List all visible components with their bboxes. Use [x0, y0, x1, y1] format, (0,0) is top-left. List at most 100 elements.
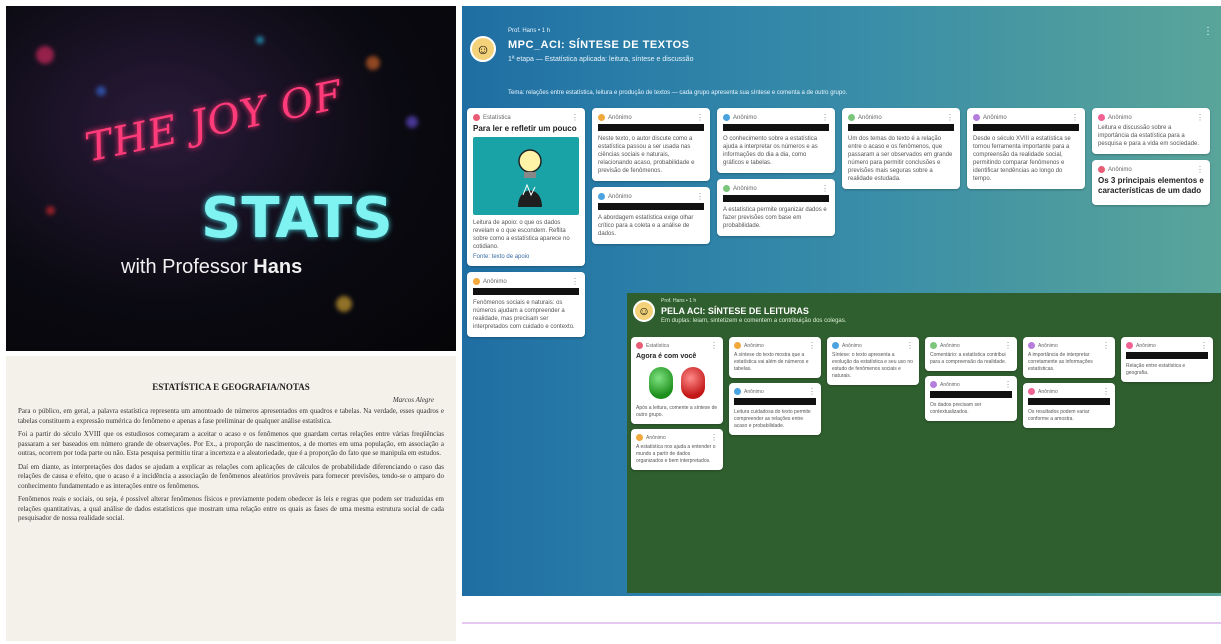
post-menu-icon[interactable]: ⋮ — [1004, 341, 1012, 349]
board-column: Anônimo ⋮ Síntese: o texto apresenta a evo… — [827, 337, 919, 390]
post-link[interactable]: Fonte: texto de apoio — [473, 254, 579, 260]
post-body: A importância de interpretar corretament… — [1028, 352, 1093, 372]
post-card[interactable]: Anônimo ⋮ Comentário: a estatística contri… — [925, 337, 1017, 371]
post-menu-icon[interactable]: ⋮ — [1004, 380, 1012, 388]
redacted-title — [973, 124, 1079, 131]
post-body: Relação entre estatística e geografia. — [1126, 363, 1186, 376]
post-menu-icon[interactable]: ⋮ — [696, 192, 704, 200]
post-menu-icon[interactable]: ⋮ — [710, 433, 718, 441]
traffic-lights-image[interactable] — [636, 367, 718, 399]
post-author: Anônimo — [842, 342, 862, 349]
post-card[interactable]: Anônimo ⋮ A abordagem estatística exige ol… — [592, 187, 710, 244]
post-menu-icon[interactable]: ⋮ — [808, 387, 816, 395]
post-body: Os resultados podem variar conforme a am… — [1028, 409, 1090, 422]
post-card[interactable]: Estatística ⋮ Agora é com você Após a leitu… — [631, 337, 723, 424]
author-avatar-icon — [636, 342, 643, 349]
bokeh-light — [96, 86, 106, 96]
board-header: ☺ Prof. Hans • 1 h MPC_ACI: SÍNTESE DE T… — [462, 6, 1221, 106]
post-body: Neste texto, o autor discute como a esta… — [598, 136, 695, 174]
author-avatar-icon — [636, 434, 643, 441]
post-menu-icon[interactable]: ⋮ — [571, 113, 579, 121]
post-author: Anônimo — [858, 114, 882, 121]
post-menu-icon[interactable]: ⋮ — [1102, 387, 1110, 395]
video-thumbnail[interactable]: THE JOY OF STATS with Professor Hans — [6, 6, 456, 351]
post-menu-icon[interactable]: ⋮ — [821, 184, 829, 192]
document-paragraph: Daí em diante, as interpretações dos dad… — [18, 462, 444, 490]
post-menu-icon[interactable]: ⋮ — [906, 341, 914, 349]
post-card[interactable]: Anônimo ⋮ Os dados precisam ser contextual… — [925, 376, 1017, 421]
redacted-title — [598, 124, 704, 131]
redacted-title — [598, 203, 704, 210]
board2-owner: Prof. Hans • 1 h — [661, 298, 697, 304]
post-menu-icon[interactable]: ⋮ — [1071, 113, 1079, 121]
post-card[interactable]: Anônimo ⋮ Desde o século XVIII a estatísti… — [967, 108, 1085, 189]
post-menu-icon[interactable]: ⋮ — [1196, 113, 1204, 121]
redacted-title — [473, 288, 579, 295]
author-avatar-icon — [598, 114, 605, 121]
post-author: Anônimo — [940, 342, 960, 349]
post-author: Estatística — [646, 342, 670, 349]
post-card[interactable]: Anônimo ⋮ Síntese: o texto apresenta a evo… — [827, 337, 919, 385]
post-author: Anônimo — [744, 342, 764, 349]
post-header: Estatística ⋮ — [473, 113, 579, 121]
board-column: Estatística ⋮ Agora é com você Após a leitu… — [631, 337, 723, 475]
post-menu-icon[interactable]: ⋮ — [1102, 341, 1110, 349]
post-menu-icon[interactable]: ⋮ — [946, 113, 954, 121]
board-menu-icon[interactable]: ⋮ — [1201, 26, 1215, 40]
post-image[interactable] — [473, 137, 579, 215]
board2-title: PELA ACI: SÍNTESE DE LEITURAS — [661, 306, 809, 316]
board-column: Anônimo ⋮ Leitura e discussão sobre a impo… — [1092, 108, 1210, 211]
owner-avatar[interactable]: ☺ — [470, 36, 496, 62]
post-header: Anônimo ⋮ — [473, 277, 579, 285]
document-title: ESTATÍSTICA E GEOGRAFIA/NOTAS — [152, 382, 310, 392]
board-column: Anônimo ⋮ Neste texto, o autor discute com… — [592, 108, 710, 250]
board-column: Anônimo ⋮ Relação entre estatística e geog… — [1121, 337, 1213, 387]
post-header: Anônimo ⋮ — [1098, 165, 1204, 173]
post-menu-icon[interactable]: ⋮ — [1200, 341, 1208, 349]
post-card[interactable]: Anônimo ⋮ A importância de interpretar cor… — [1023, 337, 1115, 378]
post-card[interactable]: Anônimo ⋮ Neste texto, o autor discute com… — [592, 108, 710, 181]
author-avatar-icon — [848, 114, 855, 121]
post-author: Anônimo — [1108, 166, 1132, 173]
post-card[interactable]: Anônimo ⋮ Relação entre estatística e geog… — [1121, 337, 1213, 382]
post-card[interactable]: Anônimo ⋮ A síntese do texto mostra que a … — [729, 337, 821, 378]
post-menu-icon[interactable]: ⋮ — [808, 341, 816, 349]
author-avatar-icon — [973, 114, 980, 121]
board-owner: Prof. Hans • 1 h — [508, 28, 551, 34]
post-menu-icon[interactable]: ⋮ — [571, 277, 579, 285]
post-card[interactable]: Anônimo ⋮ O conhecimento sobre a estatísti… — [717, 108, 835, 173]
author-avatar-icon — [1028, 388, 1035, 395]
post-header: Anônimo ⋮ — [973, 113, 1079, 121]
post-menu-icon[interactable]: ⋮ — [710, 341, 718, 349]
post-body: A estatística nos ajuda a entender o mun… — [636, 444, 716, 464]
post-card[interactable]: Anônimo ⋮ Os resultados podem variar confo… — [1023, 383, 1115, 428]
bokeh-light — [366, 56, 380, 70]
post-card[interactable]: Anônimo ⋮ Os 3 principais elementos e cara… — [1092, 160, 1210, 205]
author-avatar-icon — [1028, 342, 1035, 349]
post-card[interactable]: Anônimo ⋮ A estatística permite organizar … — [717, 179, 835, 236]
post-card[interactable]: Anônimo ⋮ Leitura e discussão sobre a impo… — [1092, 108, 1210, 154]
post-card[interactable]: Estatística ⋮ Para ler e refletir um pouco… — [467, 108, 585, 266]
post-menu-icon[interactable]: ⋮ — [1196, 165, 1204, 173]
post-author: Anônimo — [940, 381, 960, 388]
scanned-document: ESTATÍSTICA E GEOGRAFIA/NOTAS Marcos Ale… — [6, 356, 456, 641]
post-header: Anônimo ⋮ — [930, 341, 1012, 349]
post-card[interactable]: Anônimo ⋮ A estatística nos ajuda a entend… — [631, 429, 723, 470]
post-author: Estatística — [483, 114, 511, 121]
divider — [462, 622, 1221, 624]
post-header: Anônimo ⋮ — [734, 341, 816, 349]
post-body: A estatística permite organizar dados e … — [723, 207, 827, 229]
byline-prefix: with Professor — [121, 256, 248, 278]
post-card[interactable]: Anônimo ⋮ Um dos temas do texto é a relaçã… — [842, 108, 960, 189]
post-card[interactable]: Anônimo ⋮ Leitura cuidadosa do texto permi… — [729, 383, 821, 435]
post-card[interactable]: Anônimo ⋮ Fenômenos sociais e naturais: os… — [467, 272, 585, 337]
post-body: Fenômenos sociais e naturais: os números… — [473, 300, 575, 330]
post-author: Anônimo — [744, 388, 764, 395]
post-title: Agora é com você — [636, 353, 697, 360]
padlet-board-overlay: ☺ Prof. Hans • 1 h PELA ACI: SÍNTESE DE … — [627, 293, 1221, 593]
post-menu-icon[interactable]: ⋮ — [821, 113, 829, 121]
owner-avatar[interactable]: ☺ — [633, 300, 655, 322]
post-title: Os 3 principais elementos e característi… — [1098, 176, 1204, 195]
author-avatar-icon — [832, 342, 839, 349]
post-menu-icon[interactable]: ⋮ — [696, 113, 704, 121]
